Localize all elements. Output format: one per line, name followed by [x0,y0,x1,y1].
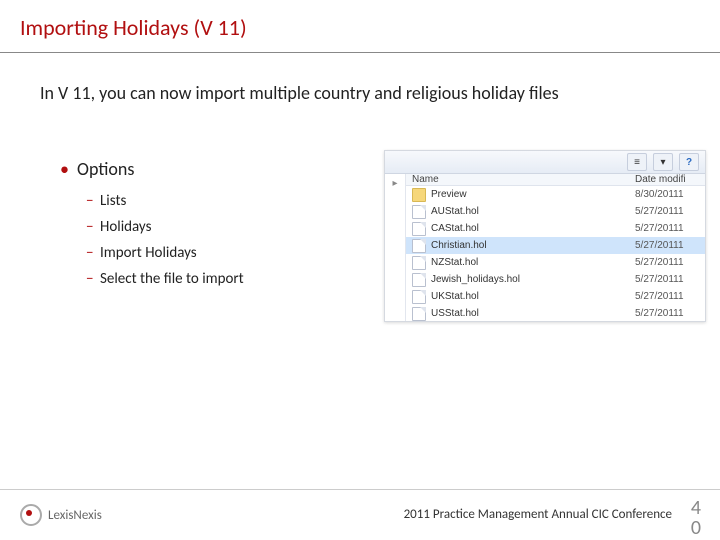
file-date: 5/27/20111 [635,274,705,285]
sub-item: − Select the file to import [86,270,244,288]
slide-title: Importing Holidays (V 11) [20,14,247,41]
page-number-bottom: 0 [684,518,708,538]
folder-icon [412,188,426,202]
file-date: 5/27/20111 [635,308,705,319]
file-row[interactable]: Jewish_holidays.hol5/27/20111 [406,271,705,288]
list-icon: ≡ [634,157,640,168]
chevron-down-icon: ▾ [660,157,665,168]
file-name: USStat.hol [431,308,635,319]
file-date: 5/27/20111 [635,223,705,234]
file-date: 5/27/20111 [635,240,705,251]
file-browser-body: ▸ Name Date modifi Preview8/30/20111AUSt… [385,174,705,322]
file-row[interactable]: Preview8/30/20111 [406,186,705,203]
file-date: 5/27/20111 [635,257,705,268]
file-row[interactable]: CAStat.hol5/27/20111 [406,220,705,237]
file-name: Christian.hol [431,240,635,251]
file-browser-main: Name Date modifi Preview8/30/20111AUStat… [406,174,705,322]
file-row[interactable]: Christian.hol5/27/20111 [406,237,705,254]
file-date: 5/27/20111 [635,291,705,302]
file-browser-sidebar: ▸ [385,174,406,322]
help-icon: ? [686,157,692,168]
file-name: NZStat.hol [431,257,635,268]
brand-name: LexisNexis [48,508,102,523]
intro-text: In V 11, you can now import multiple cou… [40,82,559,104]
slide: Importing Holidays (V 11) In V 11, you c… [0,0,720,540]
file-date: 5/27/20111 [635,206,705,217]
file-row[interactable]: UKStat.hol5/27/20111 [406,288,705,305]
bullet-label: Options [77,158,134,180]
sub-item: − Holidays [86,218,244,236]
file-list: Preview8/30/20111AUStat.hol5/27/20111CAS… [406,186,705,322]
file-row[interactable]: AUStat.hol5/27/20111 [406,203,705,220]
dash-icon: − [86,218,100,236]
sub-item-label: Holidays [100,218,151,236]
file-name: CAStat.hol [431,223,635,234]
file-icon [412,205,426,219]
chevron-right-icon: ▸ [385,174,405,189]
bullet-dot-icon: • [60,158,73,180]
dash-icon: − [86,270,100,288]
file-icon [412,307,426,321]
column-name[interactable]: Name [412,174,635,185]
bullet-options: • Options [60,158,134,180]
file-icon [412,222,426,236]
dash-icon: − [86,244,100,262]
file-name: Jewish_holidays.hol [431,274,635,285]
dash-icon: − [86,192,100,210]
title-underline [0,52,720,53]
file-row[interactable]: NZStat.hol5/27/20111 [406,254,705,271]
file-date: 8/30/20111 [635,189,705,200]
file-name: Preview [431,189,635,200]
sub-item: − Lists [86,192,244,210]
options-sublist: − Lists − Holidays − Import Holidays − S… [86,192,244,296]
file-browser-toolbar: ≡ ▾ ? [385,151,705,174]
file-icon [412,256,426,270]
file-list-header: Name Date modifi [406,174,705,186]
file-name: AUStat.hol [431,206,635,217]
page-number: 4 0 [684,498,708,538]
view-menu-button[interactable]: ≡ [627,153,647,171]
sub-item: − Import Holidays [86,244,244,262]
conference-label: 2011 Practice Management Annual CIC Conf… [404,507,672,522]
footer-divider [0,489,720,490]
page-number-top: 4 [684,498,708,518]
sub-item-label: Select the file to import [100,270,244,288]
column-date[interactable]: Date modifi [635,174,705,185]
logo-icon [20,504,42,526]
sub-item-label: Lists [100,192,126,210]
file-row[interactable]: USStat.hol5/27/20111 [406,305,705,322]
file-icon [412,290,426,304]
file-name: UKStat.hol [431,291,635,302]
file-browser-screenshot: ≡ ▾ ? ▸ Name Date modifi Preview8/30/201… [384,150,706,322]
view-dropdown-button[interactable]: ▾ [653,153,673,171]
help-button[interactable]: ? [679,153,699,171]
brand-logo: LexisNexis [20,504,102,526]
file-icon [412,273,426,287]
sub-item-label: Import Holidays [100,244,197,262]
file-icon [412,239,426,253]
